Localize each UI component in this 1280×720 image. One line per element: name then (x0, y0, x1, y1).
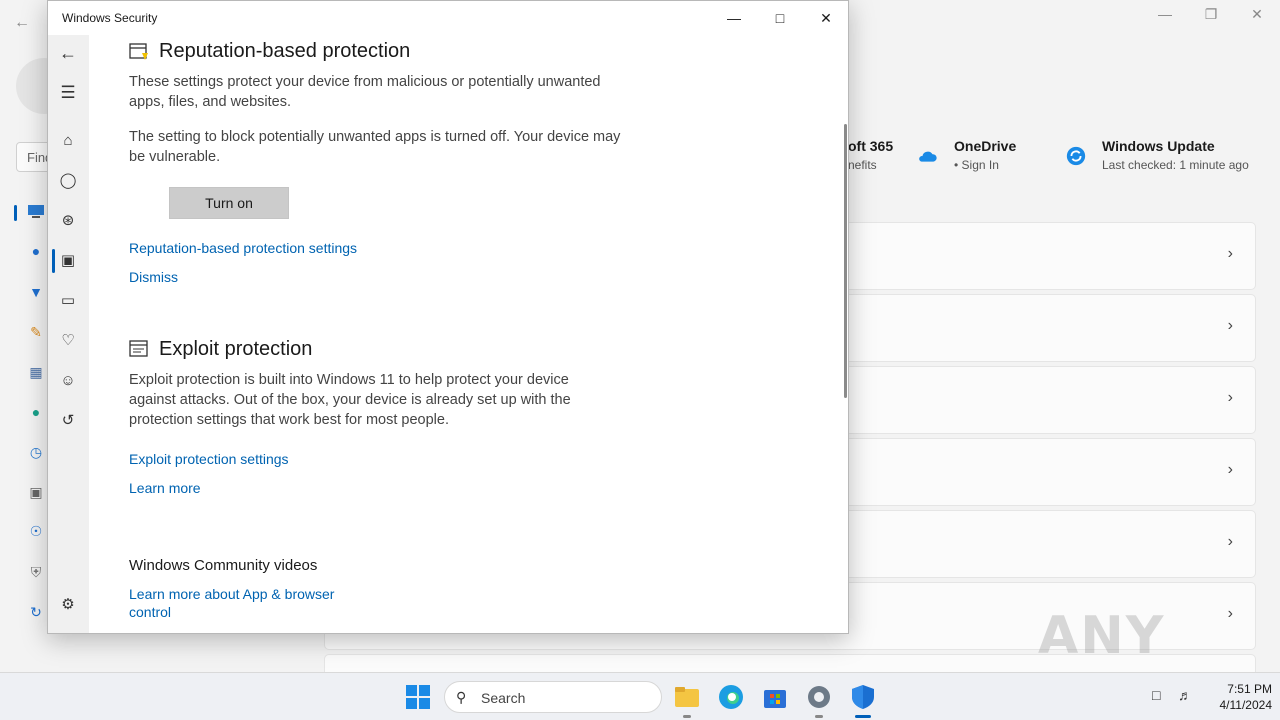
reputation-heading: Reputation-based protection (159, 40, 411, 62)
learn-more-link[interactable]: Learn more (129, 480, 201, 496)
windows-security-shield-icon[interactable] (849, 683, 877, 711)
onedrive-tile[interactable]: OneDrive • Sign In (954, 138, 1016, 172)
reputation-protection-icon (129, 43, 148, 60)
clock-date: 4/11/2024 (1219, 698, 1273, 712)
family-options-icon[interactable]: ☺ (56, 369, 80, 393)
turn-on-button[interactable]: Turn on (169, 187, 289, 219)
chevron-right-icon: › (1227, 317, 1233, 334)
network-icon[interactable]: ▼ (26, 284, 46, 304)
dismiss-link[interactable]: Dismiss (129, 269, 178, 285)
reputation-warning: The setting to block potentially unwante… (129, 129, 621, 165)
gaming-icon[interactable]: ▣ (26, 484, 46, 504)
settings-gear-icon[interactable] (805, 683, 833, 711)
settings-gear-icon[interactable]: ⚙ (56, 593, 80, 617)
running-indicator (815, 715, 823, 718)
exploit-heading: Exploit protection (159, 338, 313, 360)
minimize-icon[interactable]: — (1142, 6, 1188, 26)
selected-indicator (52, 249, 55, 273)
close-icon[interactable]: ✕ (803, 1, 849, 35)
restore-icon[interactable]: ❐ (1188, 6, 1234, 26)
chevron-right-icon: › (1227, 245, 1233, 262)
minimize-icon[interactable]: — (711, 1, 757, 35)
system-icon[interactable] (26, 204, 46, 224)
taskbar-clock[interactable]: 7:51 PM 4/11/2024 (1204, 681, 1273, 713)
close-icon[interactable]: ✕ (1234, 6, 1280, 26)
file-explorer-icon[interactable] (673, 683, 701, 711)
windows-start-icon[interactable] (405, 684, 433, 712)
community-videos-heading: Windows Community videos (129, 557, 318, 574)
time-language-icon[interactable]: ◷ (26, 444, 46, 464)
accounts-icon[interactable]: ● (26, 404, 46, 424)
apps-icon[interactable]: ▦ (26, 364, 46, 384)
community-learn-more-link[interactable]: Learn more about App & browser control (129, 585, 359, 621)
taskbar: ⚲ Search □ ♬ 7:51 PM 4/11/2024 (0, 672, 1280, 720)
back-arrow-icon[interactable]: ← (14, 14, 30, 32)
accessibility-icon[interactable]: ☉ (26, 523, 46, 543)
reputation-settings-link[interactable]: Reputation-based protection settings (129, 240, 357, 256)
microsoft-365-tile[interactable]: oft 365 nefits (848, 138, 893, 172)
chevron-right-icon: › (1227, 533, 1233, 550)
onedrive-icon (919, 151, 937, 162)
exploit-settings-link[interactable]: Exploit protection settings (129, 451, 289, 467)
privacy-shield-icon[interactable]: ⛨ (26, 564, 46, 584)
windows-security-window: Windows Security — □ ✕ ← ☰ ⌂ ◯ ⊛ ▣ ▭ ♡ ☺… (47, 0, 849, 634)
bluetooth-icon[interactable]: ● (26, 243, 46, 263)
chevron-right-icon: › (1227, 461, 1233, 478)
network-display-icon[interactable]: □ (1152, 687, 1160, 703)
scrollbar-thumb[interactable] (844, 124, 847, 398)
exploit-description: Exploit protection is built into Windows… (129, 372, 571, 428)
hamburger-menu-icon[interactable]: ☰ (56, 81, 80, 105)
reputation-description: These settings protect your device from … (129, 74, 601, 110)
home-icon[interactable]: ⌂ (56, 129, 80, 153)
search-label: Search (481, 690, 526, 706)
active-app-indicator (855, 715, 871, 718)
account-person-icon[interactable]: ◯ (56, 169, 80, 193)
personalization-icon[interactable]: ✎ (26, 324, 46, 344)
taskbar-search-box[interactable]: ⚲ Search (444, 681, 662, 713)
edge-browser-icon[interactable] (717, 683, 745, 711)
selected-indicator (14, 205, 17, 221)
firewall-network-icon[interactable]: ⊛ (56, 209, 80, 233)
navigation-rail: ← ☰ ⌂ ◯ ⊛ ▣ ▭ ♡ ☺ ↺ ⚙ (48, 35, 89, 633)
search-icon: ⚲ (456, 689, 467, 705)
chevron-right-icon: › (1227, 389, 1233, 406)
maximize-icon[interactable]: □ (757, 1, 803, 35)
title-bar: Windows Security — □ ✕ (48, 1, 848, 35)
running-indicator (683, 715, 691, 718)
back-arrow-icon[interactable]: ← (56, 41, 80, 65)
device-health-heart-icon[interactable]: ♡ (56, 329, 80, 353)
main-content: Reputation-based protection These settin… (89, 35, 845, 633)
protection-history-icon[interactable]: ↺ (56, 409, 80, 433)
window-title: Windows Security (62, 11, 158, 25)
microsoft-store-icon[interactable] (761, 683, 789, 711)
windows-update-nav-icon[interactable]: ↻ (26, 604, 46, 624)
clock-time: 7:51 PM (1227, 682, 1272, 696)
windows-update-icon (1066, 146, 1086, 166)
volume-icon[interactable]: ♬ (1178, 687, 1192, 703)
windows-update-tile[interactable]: Windows Update Last checked: 1 minute ag… (1102, 138, 1249, 172)
exploit-protection-icon (129, 340, 148, 357)
device-security-icon[interactable]: ▭ (56, 289, 80, 313)
app-browser-control-icon[interactable]: ▣ (56, 249, 80, 273)
